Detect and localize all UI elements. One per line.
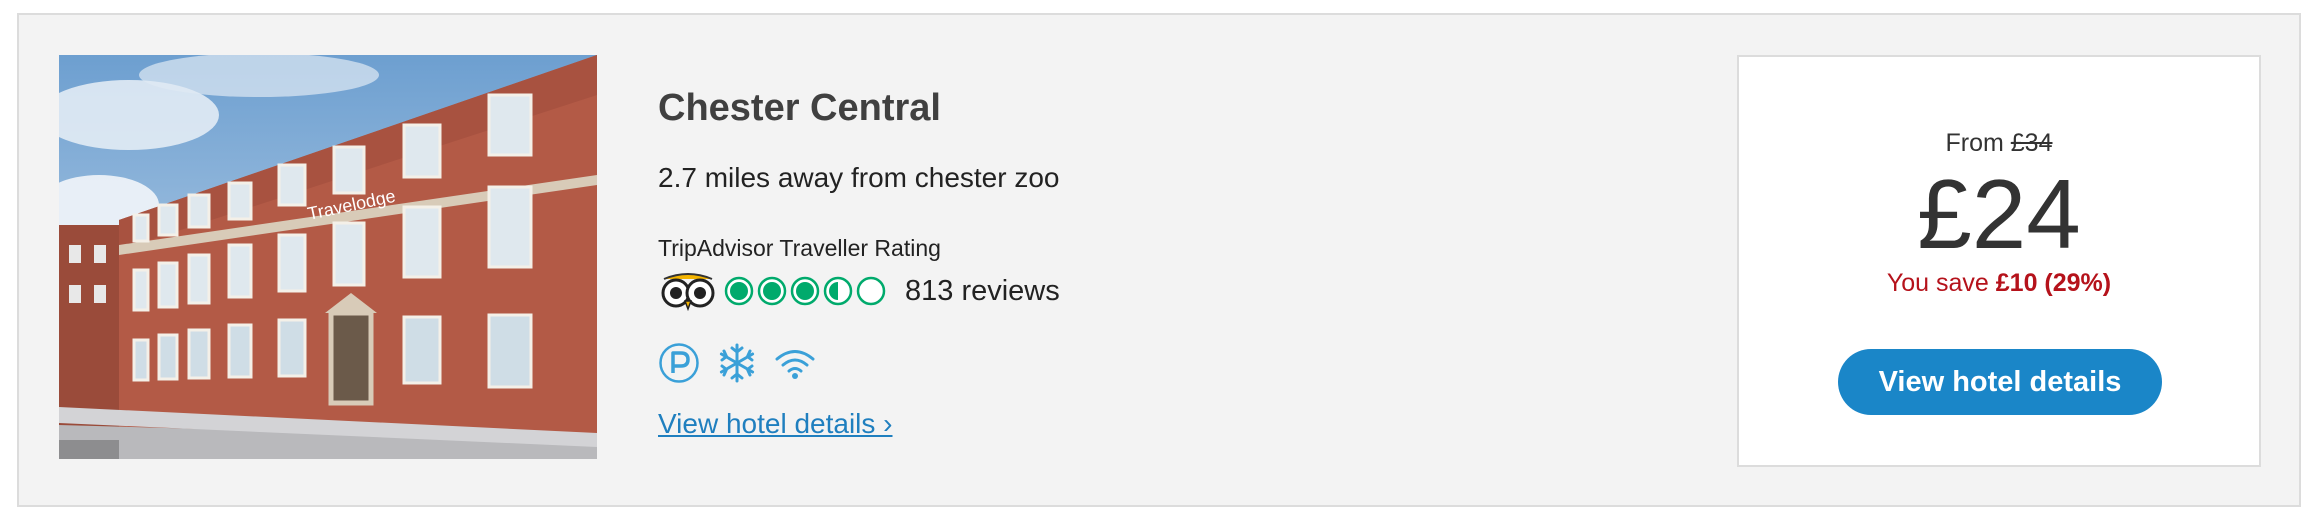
rating-label: TripAdvisor Traveller Rating (658, 235, 941, 261)
tripadvisor-rating: 813 reviews (658, 269, 1060, 313)
view-hotel-details-button[interactable]: View hotel details (1838, 349, 2162, 415)
rating-bubble-full (757, 276, 787, 306)
rating-bubbles (724, 276, 889, 306)
from-price-line: From £34 (1739, 129, 2259, 158)
hotel-photo[interactable]: Travelodge (59, 55, 597, 459)
save-label: You save (1886, 269, 1989, 297)
current-price: £24 (1917, 159, 2081, 269)
tripadvisor-owl-icon (661, 273, 715, 311)
rating-bubble-half (823, 276, 853, 306)
hotel-distance: 2.7 miles away from chester zoo (658, 162, 1060, 193)
rating-bubble-empty (856, 276, 886, 306)
wifi-icon (775, 350, 815, 379)
savings-line: You save £10 (29%) (1739, 269, 2259, 298)
save-amount: £10 (29%) (1995, 269, 2112, 297)
hotel-card: Travelodge Chester Central 2.7 miles awa… (17, 13, 2301, 507)
rating-bubble-full (724, 276, 754, 306)
view-hotel-details-link[interactable]: View hotel details › (658, 408, 893, 440)
review-count[interactable]: 813 reviews (905, 275, 1060, 308)
parking-icon (659, 343, 699, 383)
rating-bubble-full (790, 276, 820, 306)
hotel-name[interactable]: Chester Central (658, 87, 941, 130)
air-conditioning-icon (719, 343, 755, 383)
old-price: £34 (2010, 129, 2053, 157)
from-label: From (1945, 129, 2004, 157)
price-panel: From £34 £24 You save £10 (29%) View hot… (1737, 55, 2261, 467)
amenities (658, 342, 832, 384)
